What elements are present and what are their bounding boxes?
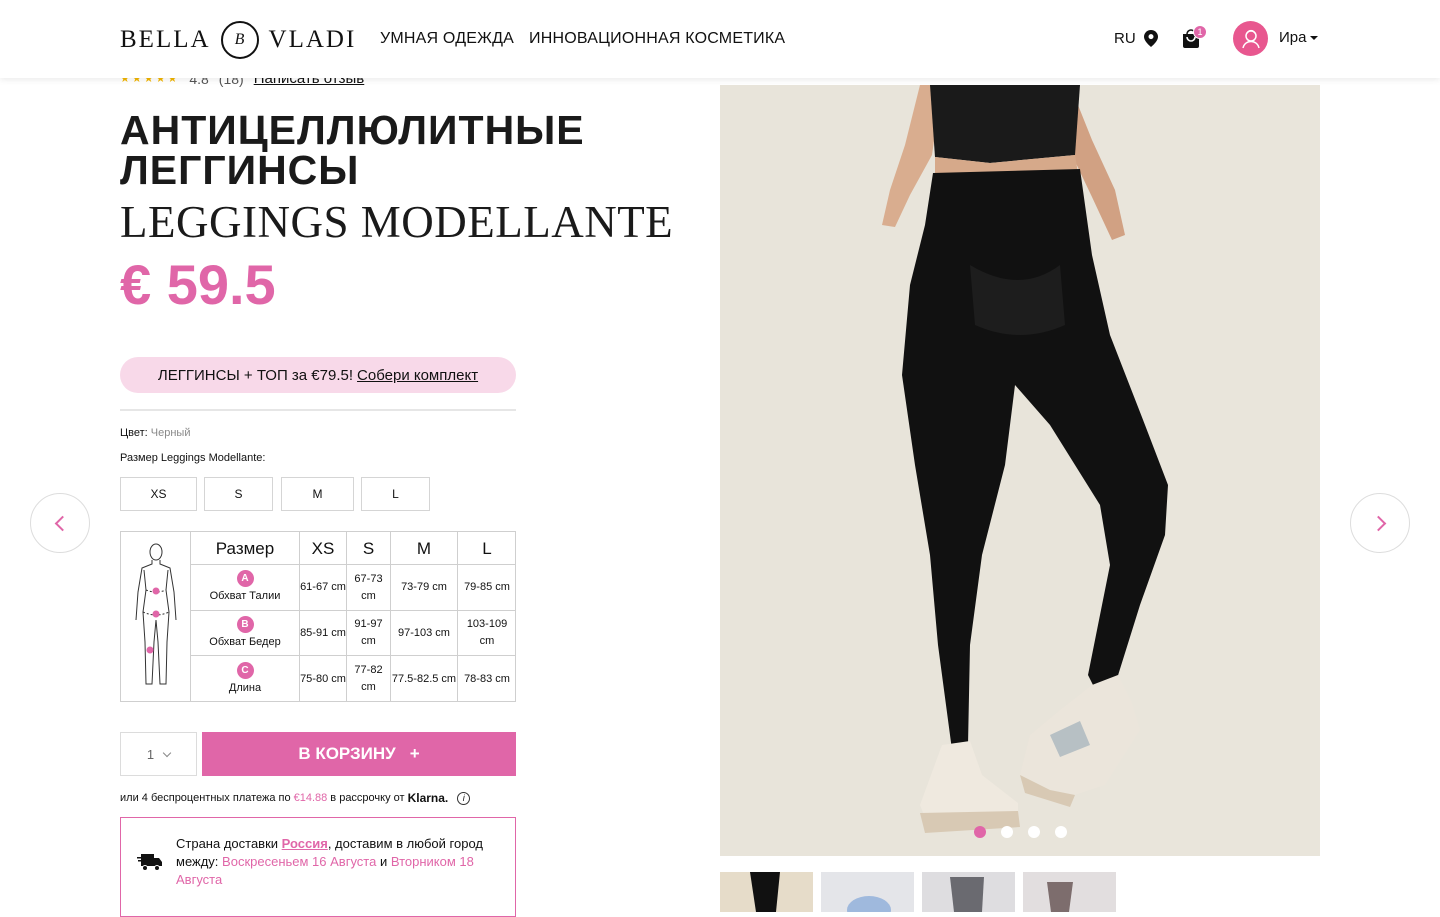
measure-value: 85-91 cm bbox=[300, 611, 347, 656]
measure-label-cell: A Обхват Талии bbox=[191, 565, 300, 611]
size-chart-table: Размер XS S M L A Обхват Талии 61-67 cm … bbox=[120, 531, 516, 702]
measure-label-cell: C Длина bbox=[191, 656, 300, 702]
site-header: BELLA B VLADI УМНАЯ ОДЕЖДА ИННОВАЦИОННАЯ… bbox=[0, 0, 1440, 78]
size-option-m[interactable]: M bbox=[281, 477, 354, 511]
chevron-left-icon bbox=[54, 515, 70, 531]
measure-value: 79-85 cm bbox=[458, 565, 516, 611]
klarna-amount: €14.88 bbox=[293, 792, 328, 804]
measure-value: 103-109 cm bbox=[458, 611, 516, 656]
user-avatar-icon bbox=[1241, 29, 1260, 48]
chevron-right-icon bbox=[1370, 515, 1386, 531]
measure-label: Обхват Бедер bbox=[209, 635, 281, 648]
size-table-header: L bbox=[458, 532, 516, 565]
nav-item-cosmetics[interactable]: ИННОВАЦИОННАЯ КОСМЕТИКА bbox=[529, 30, 785, 48]
measure-badge: C bbox=[236, 661, 254, 679]
measure-value: 61-67 cm bbox=[300, 565, 347, 611]
next-slide-button[interactable] bbox=[1350, 493, 1410, 553]
thumbnail-3[interactable] bbox=[922, 872, 1015, 912]
thumbnail-1[interactable] bbox=[720, 872, 813, 912]
chevron-down-icon bbox=[162, 748, 172, 757]
slide-indicators bbox=[974, 826, 1067, 838]
logo-text-right: VLADI bbox=[268, 26, 357, 53]
bundle-text: ЛЕГГИНСЫ + ТОП за €79.5! bbox=[157, 366, 354, 384]
product-subtitle: LEGGINGS MODELLANTE bbox=[120, 197, 674, 247]
size-table-header: S bbox=[347, 532, 391, 565]
quantity-select[interactable]: 1 bbox=[120, 732, 197, 776]
delivery-text: Страна доставки Россия, доставим в любой… bbox=[176, 835, 501, 889]
measure-value: 78-83 cm bbox=[464, 672, 510, 685]
measure-value: 91-97 cm bbox=[347, 611, 391, 656]
truck-icon bbox=[137, 854, 162, 871]
language-selector[interactable]: RU bbox=[1114, 30, 1158, 47]
measure-value: 67-73 cm bbox=[347, 565, 391, 611]
info-icon[interactable]: i bbox=[457, 791, 471, 805]
divider bbox=[120, 409, 516, 411]
logo-text-left: BELLA bbox=[120, 26, 211, 53]
user-menu[interactable]: Ира bbox=[1279, 29, 1319, 46]
add-to-cart-label: В КОРЗИНУ bbox=[298, 744, 396, 763]
delivery-country-link[interactable]: Россия bbox=[282, 836, 328, 851]
location-pin-icon bbox=[1143, 30, 1158, 47]
color-label: Цвет: bbox=[120, 427, 148, 439]
delivery-and: и bbox=[379, 854, 388, 869]
slide-dot-4[interactable] bbox=[1055, 826, 1067, 838]
thumbnail-2[interactable] bbox=[821, 872, 914, 912]
klarna-mid: в рассрочку от bbox=[330, 792, 405, 804]
product-price: € 59.5 bbox=[120, 253, 276, 316]
add-to-cart-button[interactable]: В КОРЗИНУ + bbox=[202, 732, 516, 776]
slide-dot-2[interactable] bbox=[1001, 826, 1013, 838]
measure-value: 75-80 cm bbox=[300, 656, 347, 702]
language-label: RU bbox=[1114, 30, 1136, 47]
nav-item-smart-clothing[interactable]: УМНАЯ ОДЕЖДА bbox=[380, 30, 514, 48]
measure-badge: A bbox=[236, 570, 254, 587]
size-table-header: Размер bbox=[191, 532, 300, 565]
delivery-info: Страна доставки Россия, доставим в любой… bbox=[120, 817, 516, 917]
color-info: Цвет: Черный bbox=[120, 427, 190, 439]
measure-value: 73-79 cm bbox=[391, 565, 458, 611]
size-option-l[interactable]: L bbox=[361, 477, 430, 511]
avatar[interactable] bbox=[1233, 21, 1268, 56]
bundle-link[interactable]: Собери комплект bbox=[357, 367, 478, 384]
delivery-date-start: Воскресеньем 16 Августа bbox=[222, 854, 377, 869]
prev-slide-button[interactable] bbox=[30, 493, 90, 553]
measure-label: Обхват Талии bbox=[209, 590, 281, 602]
main-nav: УМНАЯ ОДЕЖДА ИННОВАЦИОННАЯ КОСМЕТИКА bbox=[380, 30, 785, 48]
color-value: Черный bbox=[150, 427, 191, 439]
slide-dot-3[interactable] bbox=[1028, 826, 1040, 838]
measure-label-cell: B Обхват Бедер bbox=[191, 611, 300, 656]
delivery-prefix: Страна доставки bbox=[176, 836, 279, 851]
klarna-prefix: или 4 беспроцентных платежа по bbox=[120, 792, 291, 804]
measure-value: 77.5-82.5 cm bbox=[391, 656, 458, 702]
klarna-logo: Klarna. bbox=[407, 791, 449, 805]
body-figure-cell bbox=[121, 532, 191, 702]
leggings-model-photo bbox=[720, 85, 1320, 856]
caret-down-icon bbox=[1310, 35, 1319, 40]
size-table-header: M bbox=[391, 532, 458, 565]
thumbnail-4[interactable] bbox=[1023, 872, 1116, 912]
cart-count-badge: 1 bbox=[1193, 25, 1207, 39]
slide-dot-1[interactable] bbox=[974, 826, 986, 838]
quantity-value: 1 bbox=[146, 746, 155, 762]
size-option-s[interactable]: S bbox=[204, 477, 273, 511]
product-image[interactable] bbox=[720, 85, 1320, 856]
body-measurement-icon bbox=[135, 543, 176, 685]
measure-value: 97-103 cm bbox=[391, 611, 458, 656]
measure-badge: B bbox=[236, 615, 254, 633]
measure-value: 77-82 cm bbox=[347, 656, 391, 702]
logo[interactable]: BELLA B VLADI bbox=[120, 20, 356, 60]
size-option-xs[interactable]: XS bbox=[120, 477, 197, 511]
user-name: Ира bbox=[1279, 29, 1307, 46]
bundle-offer: ЛЕГГИНСЫ + ТОП за €79.5! Собери комплект bbox=[120, 357, 516, 393]
size-label: Размер Leggings Modellante: bbox=[120, 452, 266, 464]
thumbnail-strip bbox=[720, 872, 1116, 912]
logo-mark: B bbox=[220, 21, 259, 59]
plus-icon: + bbox=[409, 744, 420, 763]
klarna-installments: или 4 беспроцентных платежа по €14.88 в … bbox=[120, 791, 471, 805]
size-table-header: XS bbox=[300, 532, 347, 565]
measure-label: Длина bbox=[228, 681, 262, 694]
product-title: АНТИЦЕЛЛЮЛИТНЫЕ ЛЕГГИНСЫ bbox=[120, 107, 585, 193]
